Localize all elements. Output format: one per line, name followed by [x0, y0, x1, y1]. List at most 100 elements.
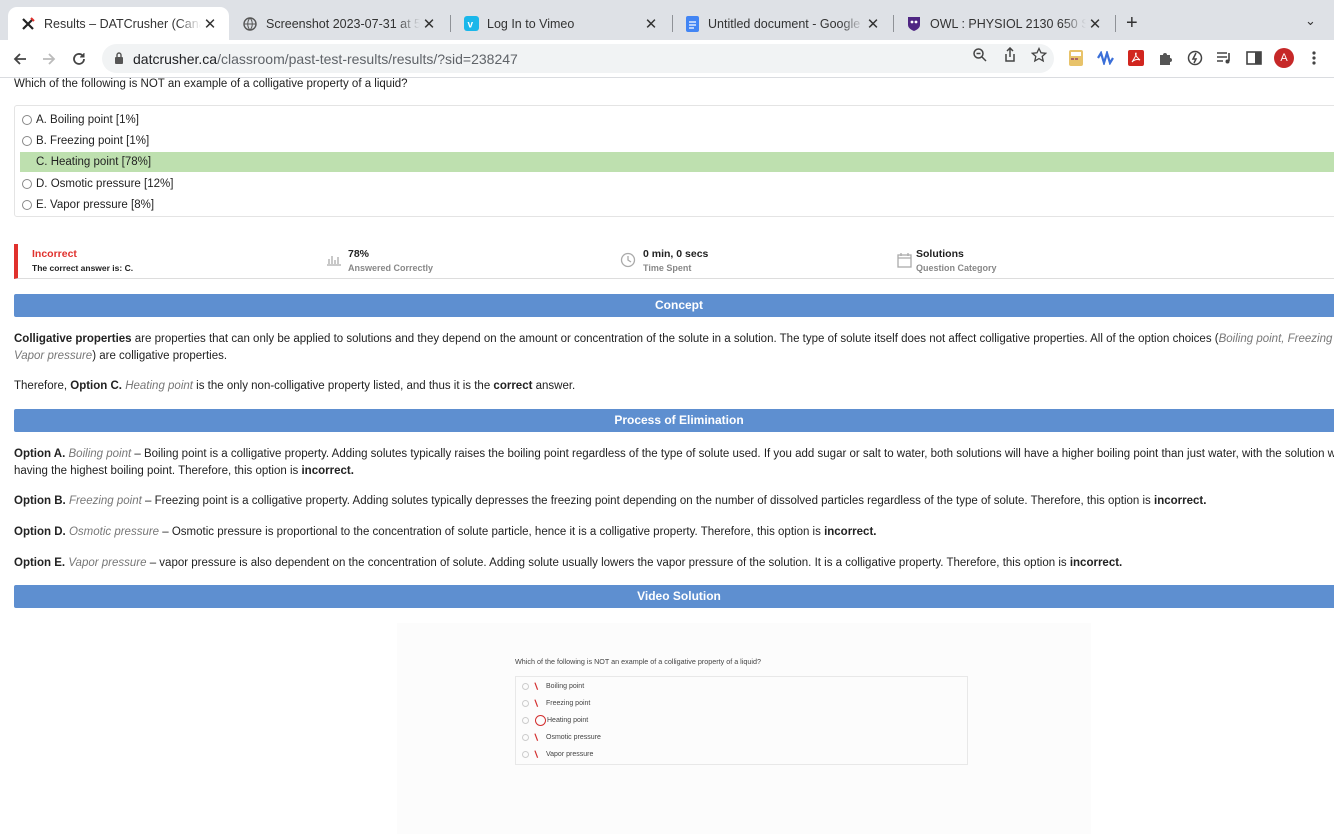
chevron-down-icon[interactable]: ⌄ — [1305, 13, 1316, 29]
correct-answer-text: The correct answer is: C. — [32, 263, 134, 273]
percent-label: Answered Correctly — [348, 263, 434, 273]
kebab-menu-icon[interactable] — [1305, 49, 1323, 67]
close-icon[interactable]: ✕ — [201, 15, 219, 33]
reload-icon[interactable] — [68, 48, 90, 70]
answer-option-a[interactable]: A. Boiling point [1%] — [20, 110, 1334, 130]
radio-icon[interactable] — [22, 200, 32, 210]
forward-arrow-icon[interactable] — [38, 48, 60, 70]
puzzle-extension-icon[interactable] — [1156, 49, 1174, 67]
video-option-list: \ Boiling point \ Freezing point Heating p… — [515, 676, 968, 765]
close-icon[interactable]: ✕ — [642, 15, 660, 33]
category-label: Question Category — [916, 263, 997, 273]
option-text: – Freezing point is a colligative proper… — [141, 495, 1154, 507]
share-icon[interactable] — [1002, 46, 1018, 68]
tab-title: Results – DATCrusher (Canadian — [44, 16, 201, 31]
bar-chart-icon — [326, 252, 342, 271]
video-option: \ Boiling point — [522, 679, 584, 693]
performance-icon[interactable] — [1186, 49, 1204, 67]
video-option-label: Heating point — [547, 716, 589, 724]
answer-label: A. Boiling point [1%] — [36, 114, 139, 126]
radio-icon[interactable] — [22, 179, 32, 189]
conclusion-correct: correct — [493, 380, 533, 392]
percent-correct: 78% Answered Correctly — [348, 248, 433, 273]
question-category: Solutions Question Category — [916, 248, 997, 273]
tab-owl[interactable]: OWL : PHYSIOL 2130 650 SU23 ✕ — [894, 7, 1114, 40]
wave-extension-icon[interactable] — [1097, 49, 1115, 67]
concept-text: are properties that can only be applied … — [131, 333, 1219, 345]
time-value: 0 min, 0 secs — [643, 248, 709, 260]
video-player[interactable]: Which of the following is NOT an example… — [397, 623, 1091, 834]
radio-icon[interactable] — [22, 157, 32, 167]
elimination-header: Process of Elimination — [14, 409, 1334, 432]
answer-label: C. Heating point [78%] — [36, 156, 152, 168]
option-name: Boiling point — [68, 448, 132, 460]
url-path: /classroom/past-test-results/results/?si… — [217, 50, 518, 67]
zoom-icon[interactable] — [972, 47, 988, 68]
back-arrow-icon[interactable] — [9, 48, 31, 70]
option-text: – Boiling point is a colligative propert… — [131, 448, 1334, 460]
answer-label: E. Vapor pressure [8%] — [36, 199, 155, 211]
conclusion-option: Option C. — [70, 380, 122, 392]
lock-icon — [114, 51, 124, 67]
answer-option-e[interactable]: E. Vapor pressure [8%] — [20, 195, 1334, 215]
radio-icon — [522, 750, 529, 758]
answer-option-c-correct[interactable]: C. Heating point [78%] — [20, 152, 1334, 172]
radio-icon[interactable] — [22, 136, 32, 146]
result-status: Incorrect The correct answer is: C. — [32, 248, 133, 273]
elimination-option-d: Option D. Osmotic pressure – Osmotic pre… — [14, 524, 1334, 541]
radio-icon[interactable] — [22, 115, 32, 125]
svg-text:v: v — [467, 20, 473, 31]
radio-icon — [522, 733, 529, 741]
concept-header: Concept — [14, 294, 1334, 317]
option-name: Osmotic pressure — [68, 526, 160, 538]
close-icon[interactable]: ✕ — [420, 15, 438, 33]
answer-option-d[interactable]: D. Osmotic pressure [12%] — [20, 174, 1334, 194]
calendar-icon — [897, 252, 912, 273]
pdf-extension-icon[interactable] — [1127, 49, 1145, 67]
concept-italic: Boiling point, Freezing point, Osmotic p… — [1218, 333, 1334, 345]
side-panel-icon[interactable] — [1245, 49, 1263, 67]
calculator-extension-icon[interactable] — [1067, 49, 1085, 67]
globe-icon — [242, 16, 258, 32]
close-icon[interactable]: ✕ — [1086, 15, 1104, 33]
option-text: having the highest boiling point. Theref… — [14, 465, 302, 477]
answer-option-b[interactable]: B. Freezing point [1%] — [20, 131, 1334, 151]
radio-icon — [522, 716, 529, 724]
option-verdict: incorrect. — [1069, 557, 1123, 569]
concept-italic: Vapor pressure — [14, 350, 93, 362]
option-text: – Osmotic pressure is proportional to th… — [159, 526, 825, 538]
new-tab-plus-icon[interactable]: + — [1126, 12, 1138, 35]
result-stats-bar: Incorrect The correct answer is: C. 78% … — [14, 244, 1334, 279]
bookmark-star-icon[interactable] — [1030, 46, 1048, 68]
url-host: datcrusher.ca — [133, 50, 218, 67]
address-bar[interactable]: datcrusher.ca/classroom/past-test-result… — [102, 44, 1054, 73]
profile-avatar[interactable]: A — [1274, 48, 1294, 68]
answer-label: D. Osmotic pressure [12%] — [36, 178, 174, 190]
conclusion-italic: Heating point — [125, 380, 193, 392]
video-option-label: Osmotic pressure — [546, 733, 601, 741]
strike-mark-icon: \ — [534, 748, 539, 761]
concept-term: Colligative properties — [14, 333, 132, 345]
strike-mark-icon: \ — [534, 697, 539, 710]
option-verdict: incorrect. — [301, 465, 354, 477]
option-verdict: incorrect. — [1154, 495, 1207, 507]
video-option-label: Freezing point — [546, 699, 591, 707]
tab-title: Screenshot 2023-07-31 at 5.0… — [266, 16, 420, 31]
datcrusher-icon — [20, 16, 36, 32]
option-label: Option B. — [14, 495, 66, 507]
tab-google-docs[interactable]: Untitled document - Google Docs ✕ — [672, 7, 892, 40]
close-icon[interactable]: ✕ — [864, 15, 882, 33]
tab-datcrusher[interactable]: Results – DATCrusher (Canadian ✕ — [8, 7, 229, 40]
elimination-option-a: Option A. Boiling point – Boiling point … — [14, 446, 1334, 480]
video-option: \ Freezing point — [522, 696, 590, 710]
video-option-label: Vapor pressure — [546, 750, 594, 758]
media-queue-icon[interactable] — [1215, 49, 1233, 67]
concept-paragraph: Colligative properties are properties th… — [14, 331, 1334, 365]
question-text: Which of the following is NOT an example… — [14, 78, 408, 90]
option-label: Option E. — [14, 557, 66, 569]
tab-screenshot[interactable]: Screenshot 2023-07-31 at 5.0… ✕ — [230, 7, 448, 40]
option-text: – vapor pressure is also dependent on th… — [146, 557, 1070, 569]
tab-vimeo[interactable]: v Log In to Vimeo ✕ — [451, 7, 670, 40]
video-option-label: Boiling point — [546, 682, 585, 690]
video-solution-header: Video Solution — [14, 585, 1334, 608]
